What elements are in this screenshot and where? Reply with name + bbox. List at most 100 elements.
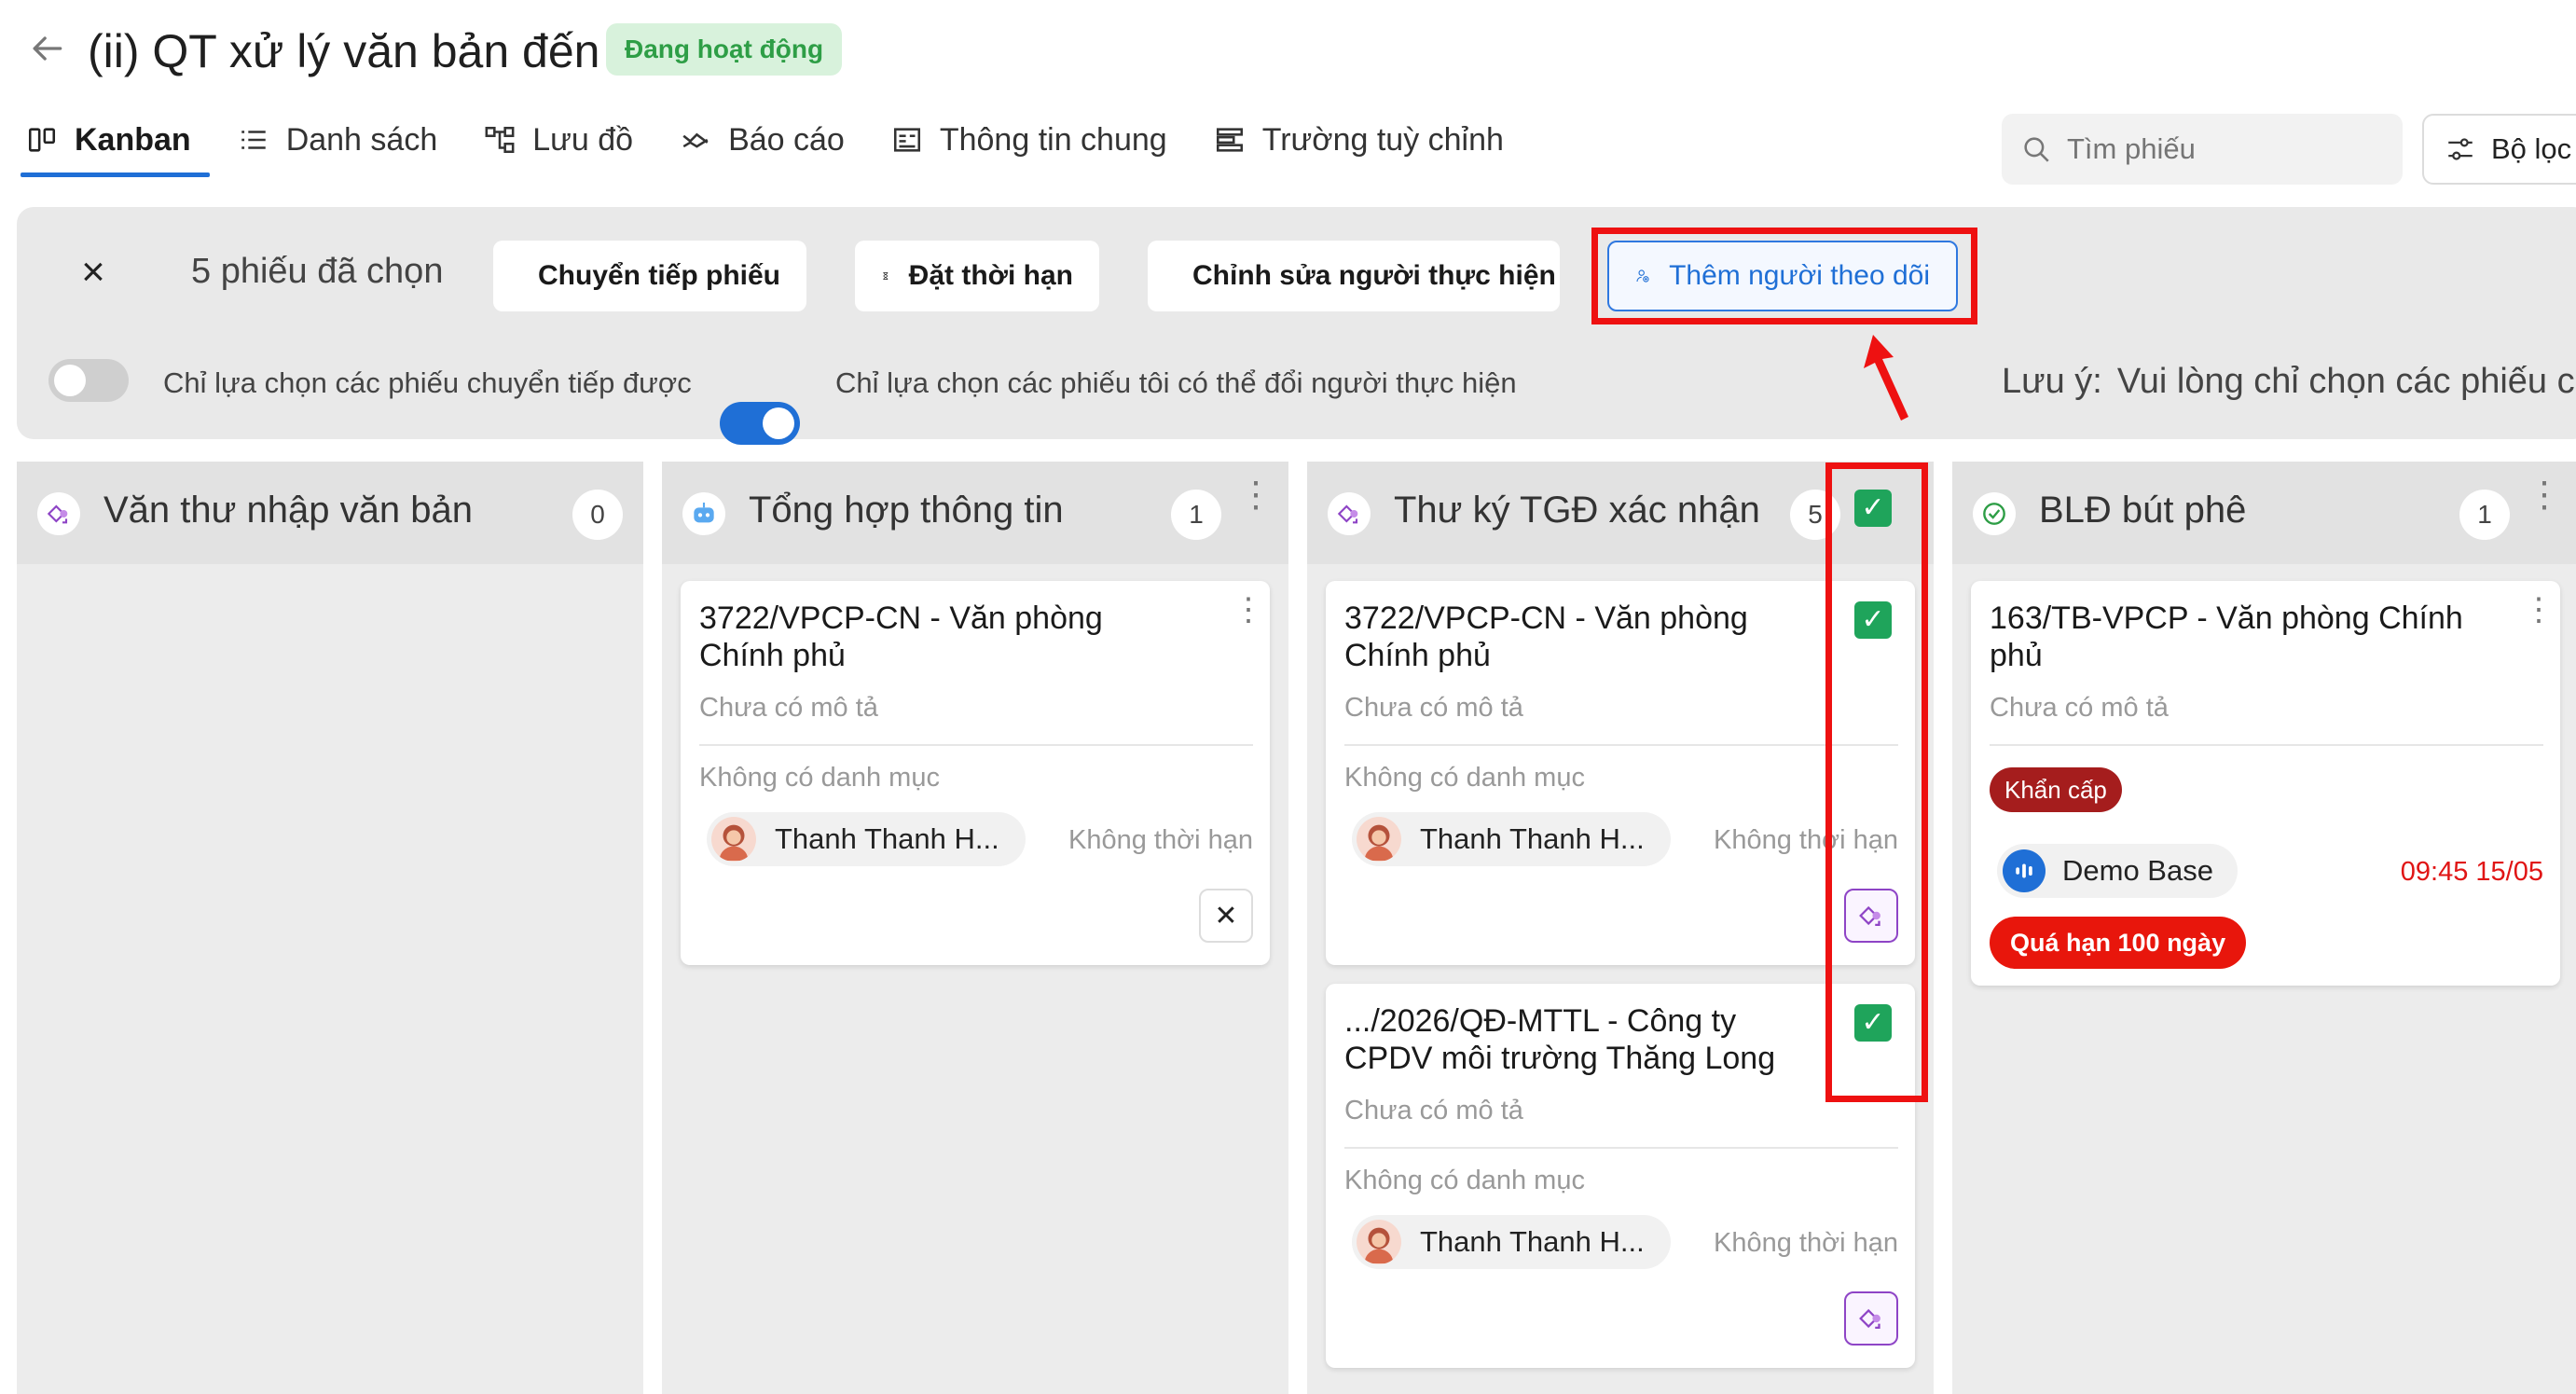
column-title: Tổng hợp thông tin [749, 490, 1064, 531]
more-vertical-icon[interactable]: ⋮ [1233, 594, 1264, 626]
annotation-highlight-box [1825, 462, 1928, 1102]
card-category: Không có danh mục [1344, 1166, 1585, 1195]
column-header: Tổng hợp thông tin 1 ⋮ [662, 462, 1288, 564]
tab-list[interactable]: Danh sách [238, 110, 438, 170]
divider [1990, 744, 2543, 746]
more-vertical-icon[interactable]: ⋮ [1238, 477, 1274, 529]
card-title: 163/TB-VPCP - Văn phòng Chính phủ [1990, 600, 2463, 673]
assignee-chip[interactable]: Thanh Thanh H... [1352, 1215, 1671, 1269]
toggle-editable-assignee-label: Chỉ lựa chọn các phiếu tôi có thể đổi ng… [835, 366, 1517, 399]
tab-label: Danh sách [285, 121, 438, 158]
kanban-column: Văn thư nhập văn bản 0 [17, 462, 643, 1394]
tab-label: Trường tuỳ chỉnh [1261, 121, 1504, 158]
divider [1344, 1147, 1898, 1149]
ticket-card[interactable]: 163/TB-VPCP - Văn phòng Chính phủ ⋮ Chưa… [1971, 581, 2560, 986]
more-vertical-icon[interactable]: ⋮ [2523, 594, 2555, 626]
base-name: Demo Base [2062, 854, 2213, 887]
tab-flowchart[interactable]: Lưu đồ [484, 110, 633, 170]
overdue-tag: Quá hạn 100 ngày [1990, 917, 2247, 969]
note-text: Lưu ý: Vui lòng chỉ chọn các phiếu c [2002, 362, 2575, 402]
filter-icon [2448, 138, 2473, 160]
note-prefix: Lưu ý: [2002, 362, 2102, 401]
card-category: Không có danh mục [699, 763, 940, 793]
filter-button[interactable]: Bộ lọc [2422, 114, 2576, 185]
close-selection-button[interactable]: × [75, 252, 112, 293]
tab-label: Lưu đồ [532, 121, 634, 158]
assignee-chip[interactable]: Thanh Thanh H... [1352, 812, 1671, 866]
column-title: Thư ký TGĐ xác nhận [1394, 490, 1760, 531]
assignee-name: Thanh Thanh H... [775, 822, 999, 855]
card-deadline: Không thời hạn [1068, 825, 1253, 855]
card-title: 3722/VPCP-CN - Văn phòng Chính phủ [699, 600, 1103, 673]
search-icon [2024, 137, 2049, 162]
toggle-forwardable-label: Chỉ lựa chọn các phiếu chuyển tiếp được [163, 366, 692, 399]
kanban-icon [28, 128, 56, 152]
column-header: Văn thư nhập văn bản 0 [17, 462, 643, 564]
base-chip[interactable]: Demo Base [1997, 844, 2238, 898]
card-deadline: Không thời hạn [1713, 1228, 1898, 1258]
flow-step-icon[interactable] [1844, 1291, 1898, 1346]
card-title: 3722/VPCP-CN - Văn phòng Chính phủ [1344, 600, 1748, 673]
card-category: Không có danh mục [1344, 763, 1585, 793]
column-count: 1 [2459, 490, 2510, 540]
view-tabs: Kanban Danh sách Lưu đồ Báo cáo Thông ti… [21, 110, 1504, 177]
column-title: BLĐ bút phê [2039, 490, 2247, 531]
status-badge: Đang hoạt động [606, 23, 843, 76]
custom-fields-icon [1216, 128, 1243, 152]
edit-assignee-button[interactable]: Chỉnh sửa người thực hiện [1148, 241, 1560, 311]
tab-label: Thông tin chung [939, 121, 1167, 158]
base-logo-icon [2003, 849, 2046, 892]
ticket-card[interactable]: 3722/VPCP-CN - Văn phòng Chính phủ ⋮ Chư… [681, 581, 1270, 965]
page-title: (ii) QT xử lý văn bản đến [88, 25, 600, 77]
robot-icon [682, 492, 725, 535]
list-icon [241, 131, 266, 149]
button-label: Đặt thời hạn [908, 260, 1073, 291]
flowchart-icon [485, 126, 515, 154]
tab-general-info[interactable]: Thông tin chung [891, 110, 1167, 170]
set-deadline-button[interactable]: Đặt thời hạn [855, 241, 1099, 311]
divider [1344, 744, 1898, 746]
flow-step-icon [1328, 492, 1371, 535]
assignee-chip[interactable]: Thanh Thanh H... [707, 812, 1026, 866]
priority-tag: Khẩn cấp [1990, 767, 2122, 812]
forward-ticket-button[interactable]: Chuyển tiếp phiếu [493, 241, 806, 311]
tab-label: Báo cáo [728, 121, 845, 158]
info-icon [893, 128, 920, 152]
remove-button[interactable]: ✕ [1199, 889, 1253, 943]
assignee-name: Thanh Thanh H... [1420, 1225, 1645, 1258]
hourglass-icon [883, 272, 889, 280]
card-description: Chưa có mô tả [1344, 1096, 1523, 1125]
avatar [711, 817, 756, 862]
avatar [1357, 1220, 1401, 1264]
annotation-arrow-icon [1864, 335, 1908, 421]
avatar [1357, 817, 1401, 862]
column-header: BLĐ bút phê 1 ⋮ [1952, 462, 2576, 564]
card-description: Chưa có mô tả [1990, 693, 2169, 723]
divider [699, 744, 1253, 746]
search-box [2002, 114, 2403, 185]
back-arrow-icon[interactable] [26, 28, 67, 69]
tab-report[interactable]: Báo cáo [680, 110, 845, 170]
column-count: 0 [572, 490, 623, 540]
toggle-editable-assignee-only[interactable] [720, 402, 800, 445]
tab-label: Kanban [75, 121, 191, 158]
kanban-column: BLĐ bút phê 1 ⋮ 163/TB-VPCP - Văn phòng … [1952, 462, 2576, 1394]
more-vertical-icon[interactable]: ⋮ [2527, 477, 2562, 529]
button-label: Chỉnh sửa người thực hiện [1192, 260, 1556, 291]
button-label: Chuyển tiếp phiếu [538, 260, 781, 291]
selected-count: 5 phiếu đã chọn [191, 252, 444, 291]
tab-custom-fields[interactable]: Trường tuỳ chỉnh [1214, 110, 1504, 170]
due-time: 09:45 15/05 [2400, 857, 2543, 887]
column-count: 1 [1171, 490, 1221, 540]
report-icon [682, 132, 709, 148]
search-input[interactable] [2065, 131, 2386, 167]
tab-kanban[interactable]: Kanban [21, 110, 210, 177]
card-title: .../2026/QĐ-MTTL - Công ty CPDV môi trườ… [1344, 1003, 1776, 1076]
card-description: Chưa có mô tả [699, 693, 878, 723]
annotation-highlight-box [1591, 228, 1977, 324]
filter-label: Bộ lọc [2491, 132, 2572, 165]
card-description: Chưa có mô tả [1344, 693, 1523, 723]
assignee-name: Thanh Thanh H... [1420, 822, 1645, 855]
note-body: Vui lòng chỉ chọn các phiếu c [2116, 362, 2575, 401]
toggle-forwardable-only[interactable] [48, 359, 129, 402]
